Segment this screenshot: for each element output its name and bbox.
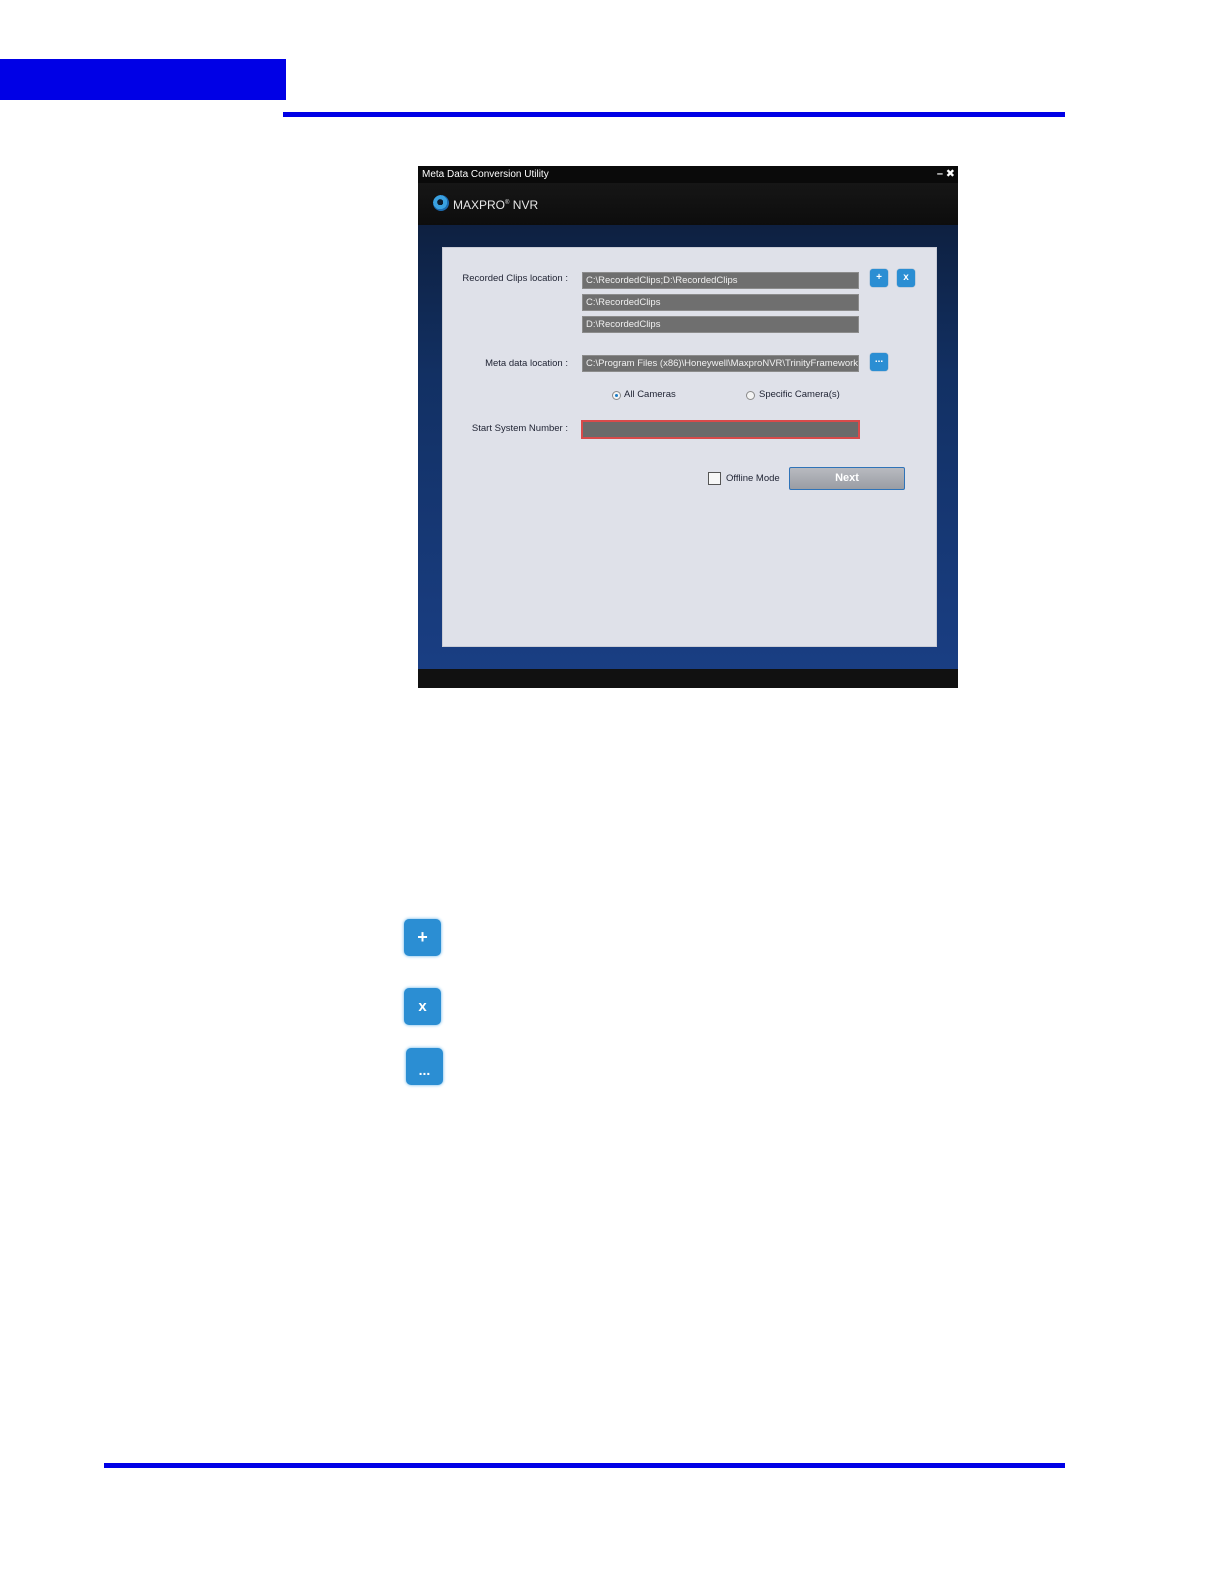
recorded-clips-label: Recorded Clips location : [462,273,568,284]
form-panel: Recorded Clips location : C:\RecordedCli… [442,247,937,647]
window-footer [418,669,958,688]
meta-data-conversion-window: Meta Data Conversion Utility – ✖ MAXPRO®… [418,166,958,688]
brand-name: MAXPRO® NVR [453,195,538,213]
brand-suffix: NVR [509,198,539,212]
header-block [0,59,286,100]
remove-icon[interactable]: x [404,988,441,1025]
meta-data-location-label: Meta data location : [485,358,568,369]
browse-icon[interactable]: ... [406,1048,443,1085]
browse-button[interactable]: ... [870,353,888,371]
maxpro-logo-icon [433,195,449,211]
specific-cameras-label[interactable]: Specific Camera(s) [759,389,840,400]
recorded-clips-item[interactable]: D:\RecordedClips [582,316,859,333]
recorded-clips-item[interactable]: C:\RecordedClips [582,294,859,311]
all-cameras-radio[interactable] [612,391,621,400]
add-location-button[interactable]: + [870,269,888,287]
window-title: Meta Data Conversion Utility [422,169,549,180]
offline-mode-checkbox[interactable] [708,472,721,485]
header-rule [283,112,1065,117]
recorded-clips-input[interactable]: C:\RecordedClips;D:\RecordedClips [582,272,859,289]
minimize-icon[interactable]: – [937,166,943,183]
add-icon[interactable]: + [404,919,441,956]
title-bar: Meta Data Conversion Utility – ✖ [418,166,958,183]
start-system-number-input[interactable] [581,420,860,439]
brand-bar: MAXPRO® NVR [418,183,958,225]
all-cameras-label[interactable]: All Cameras [624,389,676,400]
meta-data-location-input[interactable]: C:\Program Files (x86)\Honeywell\MaxproN… [582,355,859,372]
footer-rule [104,1463,1065,1468]
start-system-number-label: Start System Number : [471,423,568,434]
specific-cameras-radio[interactable] [746,391,755,400]
remove-location-button[interactable]: x [897,269,915,287]
close-icon[interactable]: ✖ [946,166,955,183]
next-button[interactable]: Next [789,467,905,490]
offline-mode-label[interactable]: Offline Mode [726,473,780,484]
brand-main: MAXPRO [453,198,506,212]
